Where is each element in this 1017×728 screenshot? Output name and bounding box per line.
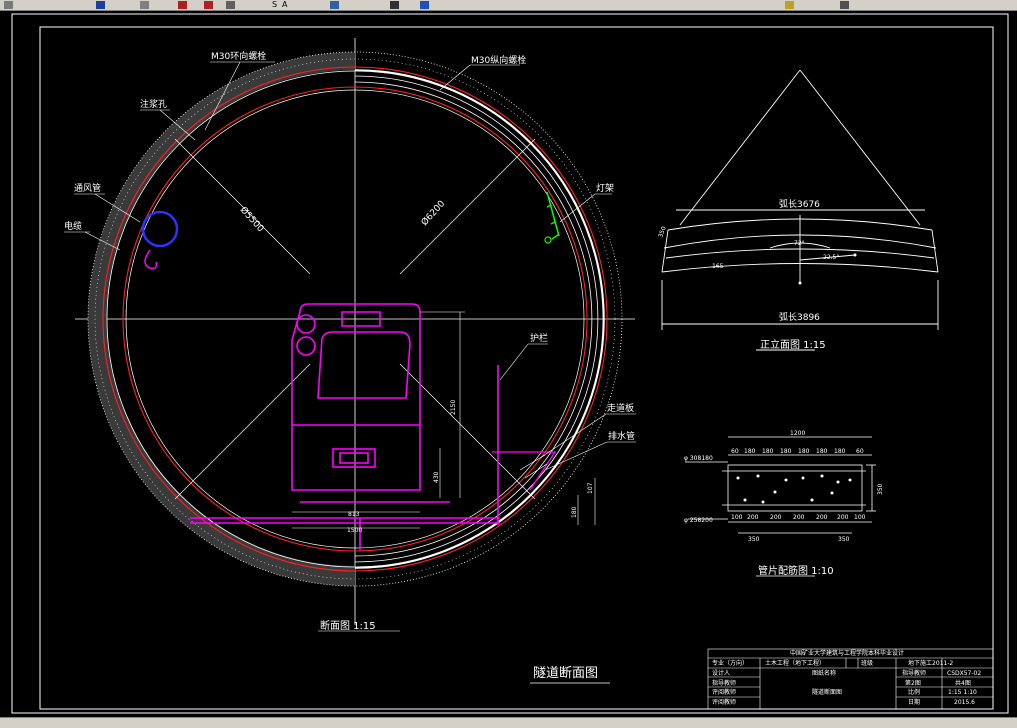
cad-drawing-area[interactable]: M30环向螺栓 M30纵向螺栓 注浆孔 通风管 电缆 灯架 护栏 走道板 排水管… [0, 11, 1017, 717]
rebar-r1-7: 60 [856, 448, 864, 455]
text-style-label[interactable]: S [272, 0, 277, 10]
rebar-r1-1: 180 [744, 448, 756, 455]
elevation-title: 正立面图 1:15 [760, 338, 826, 351]
rebar-r1-6: 180 [834, 448, 846, 455]
rebar-r1-2: 180 [762, 448, 774, 455]
rebar-r1-4: 180 [798, 448, 810, 455]
rebar-r2-0: 100 [731, 514, 743, 521]
tunnel-section: M30环向螺栓 M30纵向螺栓 注浆孔 通风管 电缆 灯架 护栏 走道板 排水管… [64, 38, 636, 632]
r165-label: 165 [712, 263, 724, 270]
rebar-r2-5: 200 [837, 514, 849, 521]
label-grout-hole: 注浆孔 [140, 98, 167, 110]
label-light: 灯架 [596, 183, 614, 194]
image-icon[interactable] [330, 1, 339, 9]
rebar-dots [736, 474, 852, 504]
arc-bottom-label: 弧长3896 [779, 311, 820, 323]
tb-drawing-name: 隧道断面图 [812, 688, 842, 696]
rebar-side-bottom: φ 258200 [684, 517, 713, 524]
rebar-drawing: 1200 60 180 180 180 180 180 180 60 100 2… [684, 430, 884, 577]
label-walkway: 走道板 [607, 402, 634, 414]
rebar-bottom-1: 350 [838, 536, 850, 543]
tb-r1-c0: 设计人 [712, 669, 730, 677]
label-m30-ring-bolt: M30环向螺栓 [211, 50, 266, 62]
tb-r3-c2: 比例 [908, 688, 920, 696]
help-icon[interactable] [420, 1, 429, 9]
undo-icon[interactable] [140, 1, 149, 9]
arrow-icon[interactable] [4, 1, 13, 9]
rebar-r1-0: 60 [731, 448, 739, 455]
outer-frame [11, 13, 1009, 714]
table-icon[interactable] [390, 1, 399, 9]
rebar-side-right: 350 [877, 483, 884, 495]
tb-r0-c2: 班级 [861, 659, 873, 667]
tb-institution: 中国矿业大学建筑与工程学院本科毕业设计 [790, 649, 904, 657]
thk-350-label: 350 [657, 225, 668, 238]
rebar-title: 管片配筋图 1:10 [758, 564, 834, 577]
dim-w813: 813 [348, 511, 360, 518]
title-block [707, 648, 994, 710]
angle-22-label: 22.5° [823, 254, 839, 261]
dim-h2150: 2150 [450, 400, 457, 415]
tb-r3-c0: 评阅教师 [712, 688, 736, 696]
dim-w1500: 1500 [347, 527, 362, 534]
rebar-r2-1: 200 [747, 514, 759, 521]
dim-h107: 107 [587, 482, 594, 494]
label-cable: 电缆 [64, 220, 82, 232]
dim-h430: 430 [433, 471, 440, 483]
tb-r0-c0: 专业（方向） [712, 659, 748, 667]
toolbar: S A [0, 0, 1017, 11]
label-vent-pipe: 通风管 [74, 182, 101, 194]
dim-d5500: Ø5500 [238, 205, 266, 235]
properties-icon[interactable] [840, 1, 849, 9]
vent-pipe-icon [141, 210, 179, 248]
segment-elevation: 弧长3676 弧长3896 72° 22.5° 350 165 正立面图 1:1… [657, 69, 939, 351]
dim-h180: 180 [571, 506, 578, 518]
label-rail: 护栏 [530, 332, 548, 344]
redo-icon[interactable] [178, 1, 187, 9]
rebar-r1-3: 180 [780, 448, 792, 455]
format-icon[interactable] [226, 1, 235, 9]
tb-r3-c3: 1:15 1:10 [948, 689, 977, 696]
main-title: 隧道断面图 [533, 665, 598, 681]
tb-r0-c1: 土木工程（地下工程） [765, 659, 825, 667]
arc-top-label: 弧长3676 [779, 198, 820, 210]
layer-icon[interactable] [785, 1, 794, 9]
rebar-bottom-0: 350 [748, 536, 760, 543]
section-title: 断面图 1:15 [320, 619, 376, 632]
rebar-r2-3: 200 [793, 514, 805, 521]
cursor-icon[interactable] [96, 1, 105, 9]
angle-72-label: 72° [794, 240, 805, 247]
tb-r2-c2: 第2图 [905, 679, 921, 687]
rebar-side-top: φ 308180 [684, 455, 713, 462]
text-size-label[interactable]: A [282, 0, 287, 10]
tb-r2-c3: 共4图 [955, 679, 971, 687]
rebar-r1-5: 180 [816, 448, 828, 455]
rebar-r2-2: 200 [770, 514, 782, 521]
label-m30-long-bolt: M30纵向螺栓 [471, 54, 526, 66]
status-bar [0, 717, 1017, 728]
rebar-r2-6: 100 [854, 514, 866, 521]
text-tool-icon[interactable] [204, 1, 213, 9]
tb-r4-c2: 日期 [908, 698, 920, 706]
label-drain: 排水管 [608, 430, 635, 442]
title-block-text: 中国矿业大学建筑与工程学院本科毕业设计 专业（方向） 土木工程（地下工程） 班级… [712, 649, 981, 706]
tb-r0-c3: 地下施工2011-2 [908, 659, 953, 667]
dim-d6200: Ø6200 [419, 198, 447, 228]
tb-r2-c0: 指导教师 [712, 679, 736, 687]
rebar-r2-4: 200 [816, 514, 828, 521]
tb-r1-c1: 图纸名称 [812, 669, 836, 677]
rebar-top-dim: 1200 [790, 430, 805, 437]
tb-r4-c3: 2015.6 [954, 699, 975, 706]
tb-r1-c2: 指导教师 [902, 669, 926, 677]
tb-r1-c3: CSDX57-02 [947, 670, 981, 677]
tb-r4-c0: 评阅教师 [712, 698, 736, 706]
vehicle-icon [190, 303, 500, 550]
